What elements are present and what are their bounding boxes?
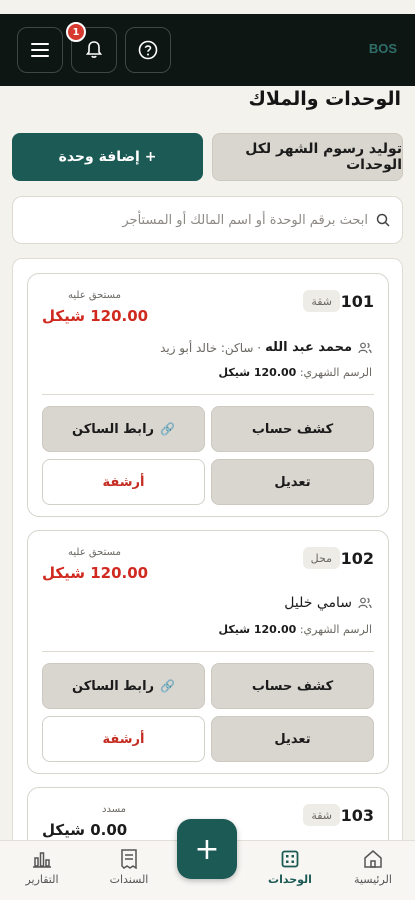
nav-receipts-label: السندات <box>109 873 149 886</box>
divider <box>42 394 374 395</box>
balance-amount: 120.00 شيكل <box>42 307 149 325</box>
edit-button[interactable]: تعديل <box>211 716 374 762</box>
hamburger-icon <box>31 43 49 57</box>
account-statement-button[interactable]: كشف حساب <box>211 663 374 709</box>
nav-units[interactable]: الوحدات <box>250 849 330 886</box>
top-bar: 1 BOS <box>0 14 415 86</box>
units-icon <box>281 850 299 868</box>
search-input[interactable]: ابحث برقم الوحدة أو اسم المالك أو المستأ… <box>12 196 403 244</box>
monthly-fee-label: الرسم الشهري: <box>299 623 372 636</box>
link-icon: 🔗 <box>160 679 175 693</box>
unit-card: 101 شقة مستحق عليه 120.00 شيكل محمد عبد … <box>27 273 389 517</box>
unit-type-badge: محل <box>302 547 340 569</box>
unit-number: 103 <box>340 806 374 825</box>
balance-amount: 0.00 شيكل <box>42 821 128 839</box>
notification-badge: 1 <box>66 22 86 42</box>
nav-home-label: الرئيسية <box>354 873 392 886</box>
nav-reports[interactable]: التقارير <box>2 849 82 886</box>
balance-label: مستحق عليه <box>68 547 121 558</box>
nav-reports-label: التقارير <box>25 873 59 886</box>
monthly-fee: الرسم الشهري: 120.00 شيكل <box>219 366 373 379</box>
unit-number: 102 <box>340 549 374 568</box>
resident-link-button[interactable]: 🔗 رابط الساكن <box>42 663 205 709</box>
unit-type-badge: شقة <box>303 804 340 826</box>
balance-label: مستحق عليه <box>68 290 121 301</box>
monthly-fee-value: 120.00 شيكل <box>218 623 297 636</box>
people-icon <box>358 342 372 353</box>
resident-link-label: رابط الساكن <box>72 678 155 694</box>
brand-logo: BOS <box>368 41 397 56</box>
archive-button[interactable]: أرشفة <box>42 459 205 505</box>
generate-monthly-fees-button[interactable]: توليد رسوم الشهر لكل الوحدات <box>212 133 403 181</box>
resident-link-button[interactable]: 🔗 رابط الساكن <box>42 406 205 452</box>
nav-home[interactable]: الرئيسية <box>333 849 413 886</box>
home-icon <box>364 850 382 868</box>
owner-name: سامي خليل <box>284 595 352 611</box>
unit-people: محمد عبد الله · ساكن: خالد أبو زيد <box>160 340 372 355</box>
balance-amount: 120.00 شيكل <box>42 564 149 582</box>
menu-button[interactable] <box>17 27 63 73</box>
help-icon <box>138 40 158 60</box>
resident-name: · ساكن: خالد أبو زيد <box>160 340 262 355</box>
edit-button[interactable]: تعديل <box>211 459 374 505</box>
bell-icon <box>86 41 102 58</box>
unit-number: 101 <box>340 292 374 311</box>
unit-people: سامي خليل <box>284 595 372 611</box>
divider <box>42 651 374 652</box>
search-icon <box>376 213 390 227</box>
monthly-fee: الرسم الشهري: 120.00 شيكل <box>219 623 373 636</box>
balance-label: مسدد <box>102 804 126 815</box>
help-button[interactable] <box>125 27 171 73</box>
bar-chart-icon <box>33 852 51 868</box>
archive-button[interactable]: أرشفة <box>42 716 205 762</box>
nav-receipts[interactable]: السندات <box>89 849 169 886</box>
monthly-fee-value: 120.00 شيكل <box>218 366 297 379</box>
unit-card: 102 محل مستحق عليه 120.00 شيكل سامي خليل… <box>27 530 389 774</box>
nav-units-label: الوحدات <box>268 873 312 886</box>
add-unit-button[interactable]: + إضافة وحدة <box>12 133 203 181</box>
unit-type-badge: شقة <box>303 290 340 312</box>
link-icon: 🔗 <box>160 422 175 436</box>
owner-name: محمد عبد الله <box>265 340 352 355</box>
search-placeholder: ابحث برقم الوحدة أو اسم المالك أو المستأ… <box>122 212 368 228</box>
people-icon <box>358 597 372 609</box>
account-statement-button[interactable]: كشف حساب <box>211 406 374 452</box>
units-list: 101 شقة مستحق عليه 120.00 شيكل محمد عبد … <box>12 258 403 858</box>
notifications-button[interactable]: 1 <box>66 22 117 73</box>
resident-link-label: رابط الساكن <box>72 421 155 437</box>
receipt-icon <box>121 849 137 869</box>
monthly-fee-label: الرسم الشهري: <box>299 366 372 379</box>
page-title: الوحدات والملاك <box>248 88 401 110</box>
quick-add-button[interactable]: + <box>177 819 237 879</box>
